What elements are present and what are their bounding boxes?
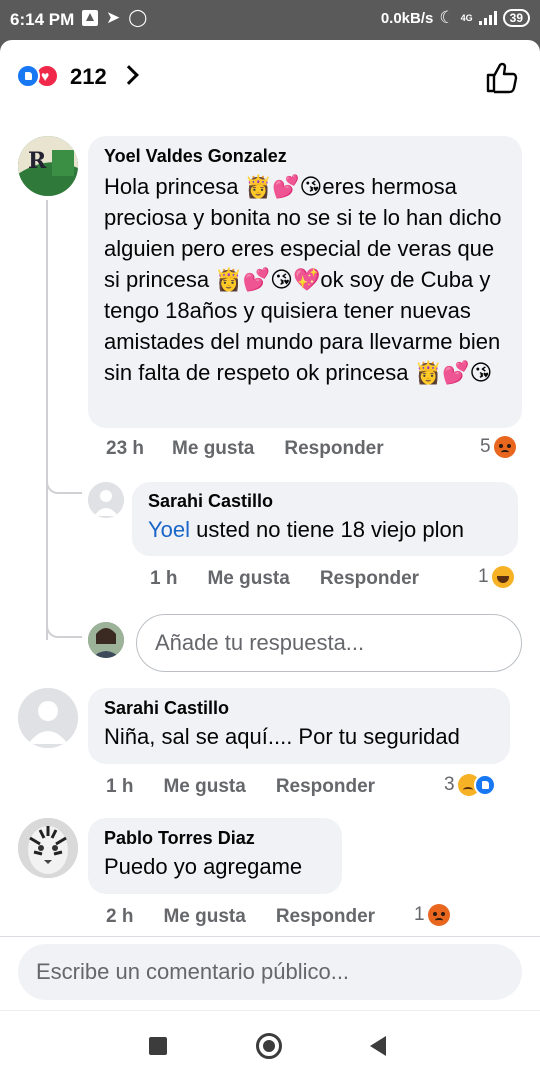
thread-connector — [46, 600, 82, 638]
comment-actions: 1 h Me gusta Responder — [150, 568, 419, 590]
mention-link[interactable]: Yoel — [148, 517, 190, 542]
like-button-icon[interactable] — [484, 60, 518, 94]
upload-icon — [82, 10, 98, 26]
comment-body: usted no tiene 18 viejo plon — [190, 517, 464, 542]
comment-time: 23 h — [106, 438, 145, 459]
comments-sheet: 212 R Yoel Valdes Gonzalez Hola princesa… — [0, 40, 540, 1080]
user-avatar — [88, 622, 124, 658]
avatar[interactable] — [18, 818, 78, 878]
status-right: 0.0kB/s ☾ 4G 39 — [381, 9, 530, 27]
reaction-count: 5 — [480, 436, 491, 457]
android-nav-bar — [0, 1010, 540, 1080]
angry-icon — [493, 436, 516, 458]
like-link[interactable]: Me gusta — [172, 438, 254, 460]
comment-bubble[interactable]: Yoel Valdes Gonzalez Hola princesa 👸💕😘er… — [88, 136, 522, 428]
comment-reactions[interactable]: 3 — [444, 774, 496, 796]
divider — [0, 936, 540, 937]
telegram-icon: ➤ — [106, 8, 121, 27]
comment-bubble[interactable]: Sarahi Castillo Niña, sal se aquí.... Po… — [88, 688, 510, 764]
avatar[interactable] — [88, 482, 124, 518]
reply-link[interactable]: Responder — [320, 568, 419, 590]
comment-author[interactable]: Pablo Torres Diaz — [104, 828, 328, 849]
network-type: 4G — [460, 12, 473, 23]
chevron-right-icon[interactable] — [119, 65, 139, 85]
comment-reactions[interactable]: 1 — [478, 566, 514, 588]
angry-icon — [427, 904, 450, 926]
default-avatar-icon — [18, 688, 78, 748]
comment-actions: 1 h Me gusta Responder — [106, 776, 375, 798]
avatar[interactable] — [18, 688, 78, 748]
recents-icon[interactable] — [149, 1037, 167, 1055]
whatsapp-icon: ◯ — [128, 8, 148, 27]
comment-text: Hola princesa 👸💕😘eres hermosa preciosa y… — [104, 174, 502, 385]
thread-line — [46, 200, 48, 640]
comment-time: 2 h — [106, 906, 134, 927]
avatar[interactable]: R — [18, 136, 78, 196]
comment-text: Yoel usted no tiene 18 viejo plon — [148, 516, 504, 544]
comment-bubble[interactable]: Pablo Torres Diaz Puedo yo agregame — [88, 818, 342, 894]
comment-author[interactable]: Sarahi Castillo — [104, 698, 496, 719]
reactions-header: 212 — [0, 40, 540, 112]
svg-text:R: R — [28, 148, 47, 174]
comment-actions: 2 h Me gusta Responder — [106, 906, 375, 928]
comment-bubble[interactable]: Sarahi Castillo Yoel usted no tiene 18 v… — [132, 482, 518, 556]
reaction-count: 1 — [478, 566, 489, 587]
reply-link[interactable]: Responder — [276, 776, 375, 798]
reaction-count[interactable]: 212 — [70, 64, 107, 90]
default-avatar-icon — [88, 482, 124, 518]
comment-input[interactable]: Escribe un comentario público... — [18, 944, 522, 1000]
reaction-count: 1 — [414, 904, 425, 925]
comment-reactions[interactable]: 5 — [480, 436, 516, 458]
comment-author[interactable]: Yoel Valdes Gonzalez — [104, 146, 508, 167]
home-icon[interactable] — [256, 1033, 282, 1059]
reaction-count: 3 — [444, 774, 455, 795]
haha-icon — [491, 566, 514, 588]
comment-text: Niña, sal se aquí.... Por tu seguridad — [104, 724, 460, 749]
like-link[interactable]: Me gusta — [163, 776, 245, 798]
comment-time: 1 h — [106, 776, 134, 797]
network-speed: 0.0kB/s — [380, 9, 434, 27]
cutoff-text — [230, 104, 360, 110]
battery-icon: 39 — [502, 9, 530, 27]
comment-reactions[interactable]: 1 — [414, 904, 450, 926]
thread-connector — [46, 460, 82, 494]
comment-text: Puedo yo agregame — [104, 854, 303, 879]
status-bar: 6:14 PM ➤ ◯ 0.0kB/s ☾ 4G 39 — [0, 0, 540, 40]
comment-actions: 23 h Me gusta Responder — [106, 438, 384, 460]
like-icon — [473, 774, 496, 796]
profile-logo-icon: R — [18, 136, 78, 196]
reply-input[interactable]: Añade tu respuesta... — [136, 614, 522, 672]
notification-icons: ➤ ◯ — [82, 9, 147, 27]
comment-author[interactable]: Sarahi Castillo — [148, 491, 504, 512]
signal-icon — [478, 11, 497, 25]
reaction-summary[interactable] — [16, 64, 66, 90]
back-icon[interactable] — [370, 1036, 386, 1056]
user-photo-icon — [88, 622, 124, 658]
comment-time: 1 h — [150, 568, 178, 589]
like-link[interactable]: Me gusta — [163, 906, 245, 928]
like-icon — [16, 64, 40, 88]
reply-link[interactable]: Responder — [284, 438, 383, 460]
like-link[interactable]: Me gusta — [207, 568, 289, 590]
tiger-avatar-icon — [18, 818, 78, 878]
status-time: 6:14 PM — [10, 10, 75, 29]
moon-icon: ☾ — [439, 8, 455, 27]
reply-link[interactable]: Responder — [276, 906, 375, 928]
